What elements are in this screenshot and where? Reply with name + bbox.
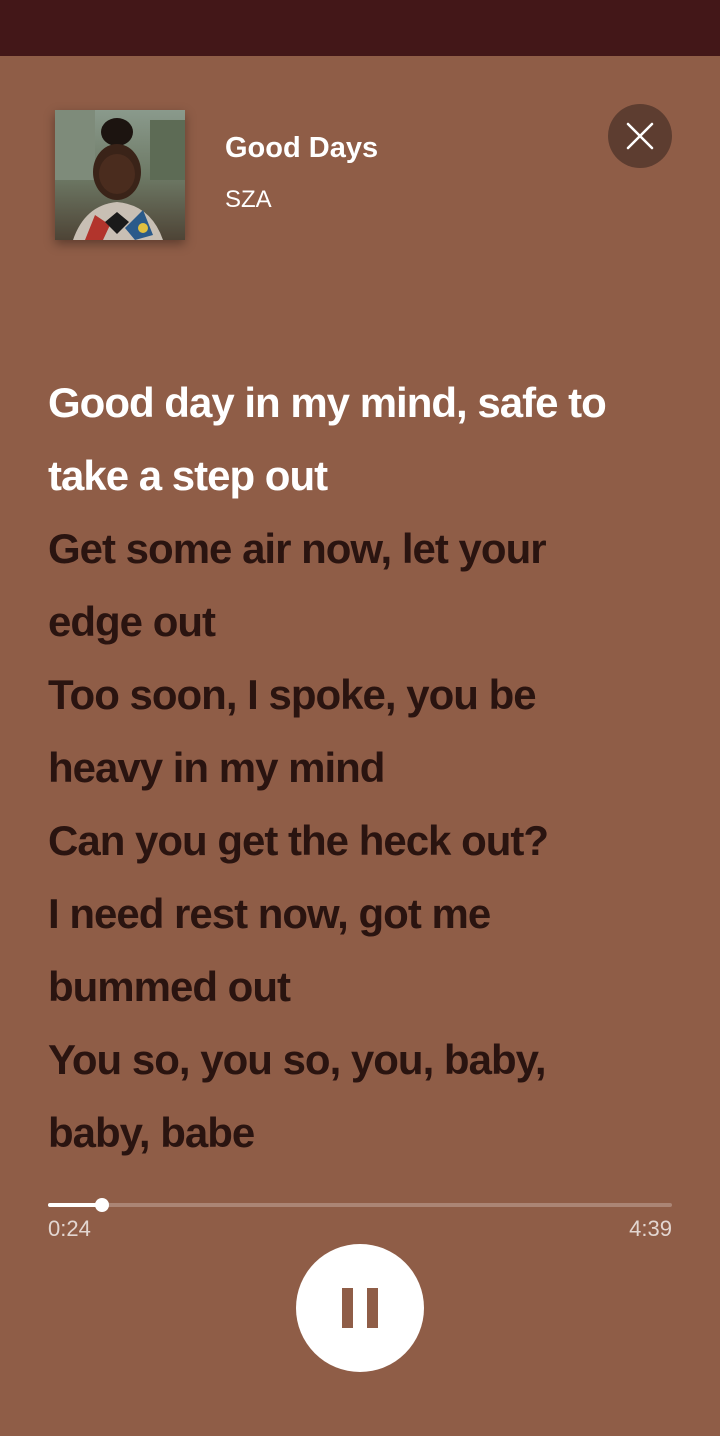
pause-icon — [342, 1288, 378, 1328]
elapsed-time: 0:24 — [48, 1216, 91, 1241]
lyric-line: You so, you so, you, baby, — [48, 1036, 547, 1083]
lyric-line: Can you get the heck out? — [48, 817, 549, 864]
lyric-line: edge out — [48, 598, 216, 645]
close-button[interactable] — [608, 104, 672, 168]
total-time: 4:39 — [629, 1216, 672, 1241]
lyric-line: Too soon, I spoke, you be — [48, 671, 537, 718]
progress-slider[interactable] — [48, 1198, 672, 1212]
progress-knob[interactable] — [95, 1198, 109, 1212]
progress-fill — [48, 1203, 102, 1207]
lyric-line: I need rest now, got me — [48, 890, 491, 937]
lyric-line: take a step out — [48, 452, 328, 499]
lyric-line: bummed out — [48, 963, 291, 1010]
album-art — [55, 110, 185, 240]
lyric-line: Get some air now, let your — [48, 525, 547, 572]
track-artist[interactable]: SZA — [225, 186, 272, 214]
lyric-line: baby, babe — [48, 1109, 255, 1156]
status-bar — [0, 0, 720, 56]
lyrics-panel[interactable]: Good day in my mind, safe to take a step… — [48, 366, 688, 1169]
track-title: Good Days — [225, 132, 379, 164]
pause-button[interactable] — [296, 1244, 424, 1372]
now-playing-header: Good Days SZA — [0, 56, 720, 256]
close-icon — [626, 122, 654, 150]
lyric-line: heavy in my mind — [48, 744, 385, 791]
lyric-line: Good day in my mind, safe to — [48, 379, 607, 426]
progress-track — [48, 1203, 672, 1207]
